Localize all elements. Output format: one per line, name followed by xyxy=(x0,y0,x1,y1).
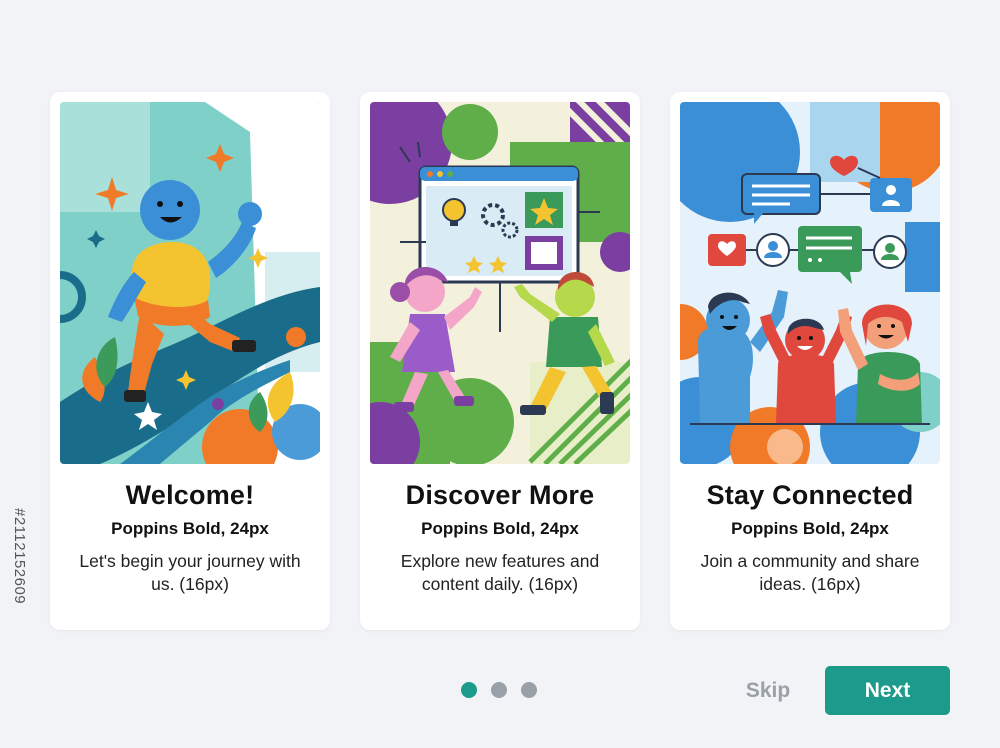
side-id-text: #2112152609 xyxy=(11,508,28,605)
next-button[interactable]: Next xyxy=(825,666,950,715)
card-subtitle: Poppins Bold, 24px xyxy=(111,519,269,538)
card-title: Welcome! xyxy=(125,480,255,510)
discover-illustration xyxy=(370,102,630,464)
card-title: Stay Connected xyxy=(706,480,914,510)
card-subtitle: Poppins Bold, 24px xyxy=(421,519,579,538)
connected-illustration xyxy=(680,102,940,464)
onboarding-card-discover: Discover More Poppins Bold, 24px Explore… xyxy=(360,92,640,630)
card-body: Join a community and share ideas. (16px) xyxy=(700,551,920,594)
card-body: Let's begin your journey with us. (16px) xyxy=(79,551,301,594)
card-subtitle: Poppins Bold, 24px xyxy=(731,519,889,538)
card-title: Discover More xyxy=(405,480,595,510)
pagination-dot-1[interactable] xyxy=(461,682,477,698)
welcome-illustration xyxy=(60,102,320,464)
pagination-dots xyxy=(461,682,537,698)
pagination-dot-3[interactable] xyxy=(521,682,537,698)
skip-button[interactable]: Skip xyxy=(730,672,806,710)
onboarding-card-connected: Stay Connected Poppins Bold, 24px Join a… xyxy=(670,92,950,630)
onboarding-card-welcome: Welcome! Poppins Bold, 24px Let's begin … xyxy=(50,92,330,630)
card-body: Explore new features and content daily. … xyxy=(400,551,600,594)
side-id-label: #2112152609 xyxy=(6,508,36,748)
pagination-dot-2[interactable] xyxy=(491,682,507,698)
